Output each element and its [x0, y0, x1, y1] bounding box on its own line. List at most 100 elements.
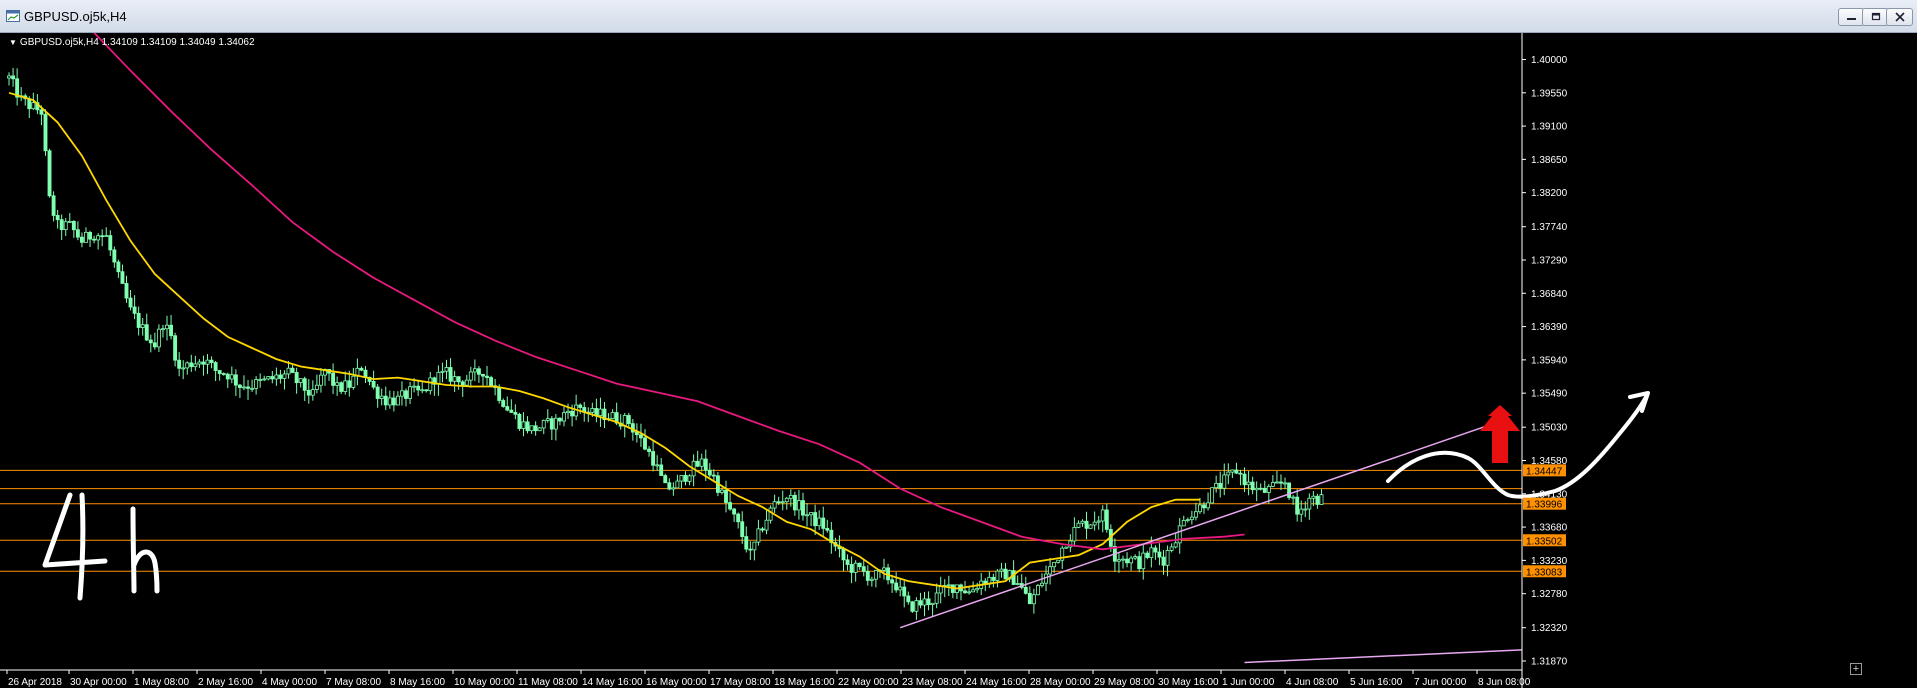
candle-bull	[395, 395, 400, 406]
candle-bull	[197, 361, 202, 365]
candle-bear	[549, 418, 554, 430]
time-tick-label: 24 May 16:00	[966, 677, 1027, 688]
candle-bear	[290, 367, 295, 373]
time-tick-label: 8 Jun 08:00	[1478, 677, 1531, 688]
price-chart[interactable]: 1.40000 1.39550 1.39100 1.38650 1.38200 1.377…	[0, 33, 1917, 688]
candle-bull	[387, 397, 392, 406]
price-level-tag-label: 1.34447	[1526, 466, 1563, 477]
candle-bear	[1218, 482, 1223, 489]
candle-bear	[71, 220, 76, 231]
candle-bull	[1031, 594, 1036, 605]
candle-bear	[906, 595, 911, 603]
restore-button[interactable]	[1862, 8, 1889, 26]
candle-bull	[1035, 585, 1040, 596]
candle-bear	[47, 150, 52, 197]
candle-bull	[529, 425, 534, 432]
candle-bull	[156, 328, 161, 348]
candle-bull	[165, 324, 169, 330]
candle-bull	[1283, 482, 1287, 485]
candle-bull	[258, 379, 263, 381]
candle-bull	[1173, 542, 1178, 548]
candle-bull	[96, 235, 101, 241]
candle-bear	[213, 362, 218, 371]
price-tick-label: 1.33680	[1531, 523, 1568, 534]
candle-bear	[695, 460, 700, 467]
candle-bear	[821, 517, 826, 529]
candle-bear	[128, 297, 133, 308]
candle-bear	[1234, 469, 1239, 474]
candle-bull	[853, 562, 858, 573]
candle-bull	[444, 367, 449, 372]
candle-bull	[610, 412, 615, 420]
annotation-4h	[130, 506, 160, 594]
candle-bull	[1214, 482, 1219, 489]
candle-bear	[424, 389, 429, 392]
candle-bull	[671, 487, 676, 490]
time-tick-label: 14 May 16:00	[582, 677, 643, 688]
candle-bull	[1274, 481, 1279, 484]
candle-bear	[306, 389, 311, 396]
candle-bear	[80, 236, 84, 243]
candle-bear	[39, 109, 44, 115]
candle-bear	[270, 376, 275, 380]
candle-bear	[132, 306, 137, 314]
chart-area[interactable]: 1.40000 1.39550 1.39100 1.38650 1.38200 1.377…	[0, 33, 1917, 688]
dropdown-triangle-icon[interactable]: ▼	[9, 38, 17, 47]
candle-bear	[246, 386, 250, 389]
candle-bear	[144, 324, 149, 341]
symbol-info: ▼ GBPUSD.oj5k,H4 1.34109 1.34109 1.34049 …	[9, 37, 255, 48]
close-button[interactable]	[1886, 8, 1913, 26]
candle-bear	[148, 339, 153, 344]
price-tick-label: 1.35030	[1531, 423, 1568, 434]
candle-bear	[278, 374, 283, 379]
candle-bear	[1258, 487, 1263, 490]
zoom-plus-icon[interactable]: +	[1850, 663, 1862, 675]
candle-bear	[578, 404, 583, 408]
candle-bull	[63, 221, 68, 231]
candle-bull	[537, 427, 542, 432]
candle-bear	[124, 283, 129, 299]
time-tick-label: 11 May 08:00	[518, 677, 578, 688]
candle-bull	[752, 541, 757, 551]
price-tick-label: 1.35490	[1531, 389, 1568, 400]
time-tick-label: 7 May 08:00	[326, 677, 381, 688]
candle-bull	[428, 377, 433, 392]
candle-bull	[310, 389, 315, 396]
time-tick-label: 30 Apr 00:00	[70, 677, 127, 688]
candle-bear	[1202, 504, 1206, 509]
candle-bear	[1145, 552, 1150, 558]
candle-bear	[857, 562, 862, 568]
candle-bull	[975, 588, 980, 591]
time-tick-label: 10 May 00:00	[454, 677, 515, 688]
terminal-window: GBPUSD.oj5k,H4 1.40000 1.39550 1.39100 1.38…	[0, 0, 1917, 688]
candle-bear	[75, 229, 80, 238]
candle-bull	[314, 384, 319, 390]
time-tick-label: 1 May 08:00	[134, 677, 189, 688]
candle-bull	[1193, 511, 1198, 518]
candle-bear	[189, 362, 194, 368]
candle-bull	[464, 379, 469, 386]
candle-bull	[1319, 494, 1324, 505]
candle-bull	[1072, 526, 1077, 542]
candle-bear	[926, 598, 931, 605]
time-tick-label: 2 May 16:00	[198, 677, 253, 688]
candle-bear	[643, 437, 647, 450]
candle-bear	[485, 375, 489, 378]
candle-bear	[711, 474, 716, 477]
trendline	[1244, 649, 1523, 664]
time-tick-label: 22 May 00:00	[838, 677, 899, 688]
minimize-button[interactable]	[1838, 8, 1865, 26]
candle-bull	[412, 385, 417, 388]
price-tick-label: 1.36390	[1531, 322, 1568, 333]
title-bar[interactable]: GBPUSD.oj5k,H4	[0, 0, 1917, 33]
candle-bear	[841, 548, 846, 561]
candle-bull	[1064, 546, 1069, 549]
candle-bear	[448, 367, 453, 382]
candle-bear	[663, 475, 668, 484]
candle-bull	[161, 328, 165, 331]
candle-bear	[1287, 482, 1292, 498]
time-tick-label: 4 Jun 08:00	[1286, 677, 1339, 688]
candle-bull	[205, 359, 210, 365]
candle-bull	[379, 395, 384, 399]
candle-bear	[1027, 592, 1032, 605]
